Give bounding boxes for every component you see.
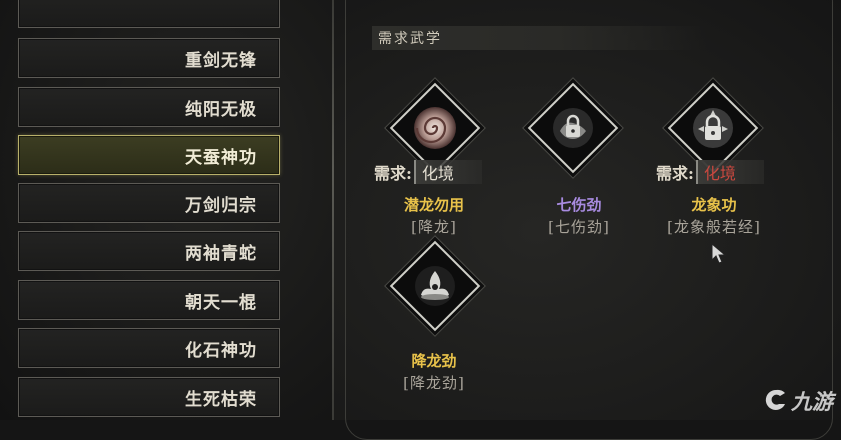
sidebar-item-label: 两袖青蛇 bbox=[185, 243, 257, 264]
sidebar-item-tiancan[interactable]: 天蚕神功 bbox=[18, 135, 280, 175]
requirement-row: 需求: 化境 bbox=[656, 160, 764, 184]
sidebar-item-zhongjian[interactable]: 重剑无锋 bbox=[18, 38, 280, 78]
sidebar-item-partial[interactable] bbox=[18, 0, 280, 28]
sidebar-item-label: 重剑无锋 bbox=[185, 50, 257, 71]
sidebar-item-huashi[interactable]: 化石神功 bbox=[18, 328, 280, 368]
skill-subtitle: [降龙] bbox=[411, 218, 457, 236]
section-title: 需求武学 bbox=[378, 31, 442, 47]
skill-icon-frame bbox=[527, 82, 619, 174]
requirement-value: 化境 bbox=[695, 160, 764, 184]
skill-icon-frame bbox=[389, 240, 481, 332]
mouse-cursor-icon bbox=[710, 242, 728, 269]
skill-subtitle: [降龙劲] bbox=[403, 374, 465, 392]
sidebar-item-wanjian[interactable]: 万剑归宗 bbox=[18, 183, 280, 223]
skill-subtitle: [龙象般若经] bbox=[667, 218, 761, 236]
sidebar-item-liangxiu[interactable]: 两袖青蛇 bbox=[18, 231, 280, 271]
sidebar-item-label: 化石神功 bbox=[185, 340, 257, 361]
sidebar-item-label: 纯阳无极 bbox=[185, 99, 257, 120]
sidebar-item-chaotian[interactable]: 朝天一棍 bbox=[18, 280, 280, 320]
skill-sidebar: 重剑无锋 纯阳无极 天蚕神功 万剑归宗 两袖青蛇 朝天一棍 化石神功 生死枯荣 bbox=[0, 0, 332, 420]
skill-name: 潜龙勿用 bbox=[403, 196, 464, 214]
sidebar-item-chunyang[interactable]: 纯阳无极 bbox=[18, 87, 280, 127]
swirl-vortex-icon bbox=[405, 98, 465, 158]
skill-card-qianlong[interactable]: 需求: 化境 潜龙勿用 [降龙] bbox=[374, 82, 524, 244]
sidebar-item-shengsi[interactable]: 生死枯荣 bbox=[18, 377, 280, 417]
requirement-label: 需求: bbox=[656, 164, 694, 183]
watermark-logo: 九游 bbox=[763, 386, 833, 416]
nine-game-logo-icon bbox=[765, 389, 785, 410]
dragon-aura-icon bbox=[405, 256, 465, 316]
skill-name: 降龙劲 bbox=[411, 352, 457, 370]
sidebar-item-label: 天蚕神功 bbox=[185, 147, 257, 168]
skill-card-xianglong[interactable]: 降龙劲 [降龙劲] bbox=[374, 240, 524, 402]
requirement-label: 需求: bbox=[374, 164, 412, 183]
skill-subtitle: [七伤劲] bbox=[548, 218, 610, 236]
watermark-text: 九游 bbox=[791, 390, 833, 414]
skill-card-longxiang[interactable]: 需求: 化境 龙象功 [龙象般若经] bbox=[652, 82, 802, 244]
requirement-value: 化境 bbox=[413, 160, 482, 184]
sidebar-item-label: 朝天一棍 bbox=[185, 292, 257, 313]
locked-figure-icon bbox=[683, 98, 743, 158]
skill-name: 龙象功 bbox=[691, 196, 737, 214]
sidebar-item-label: 生死枯荣 bbox=[185, 389, 257, 410]
sidebar-item-label: 万剑归宗 bbox=[185, 195, 257, 216]
section-header: 需求武学 bbox=[372, 26, 707, 50]
skill-name: 七伤劲 bbox=[556, 196, 602, 214]
requirement-row: 需求: 化境 bbox=[374, 160, 482, 184]
locked-fist-icon bbox=[543, 98, 603, 158]
